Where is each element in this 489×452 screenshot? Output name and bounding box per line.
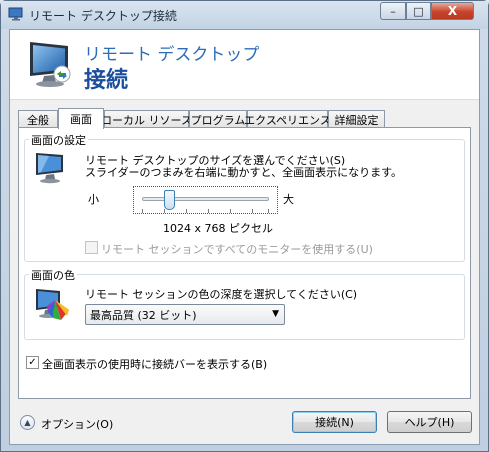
color-depth-select[interactable]: 最高品質 (32 ビット) ▼ — [85, 304, 285, 325]
close-icon: X — [447, 4, 458, 18]
maximize-icon: □ — [413, 4, 424, 18]
display-tab-panel: 画面の設定 リモート デスクトップのサイズを選んでください(S) スライダーのつ… — [18, 127, 471, 399]
dialog-header: リモート デスクトップ 接続 — [10, 30, 479, 100]
color-depth-group: 画面の色 リモート セッションの色の深度を選択してください(C) 最高品質 (3… — [24, 267, 465, 340]
slider-hint: スライダーのつまみを右端に動かすと、全画面表示になります。 — [85, 166, 403, 179]
connection-bar-checkbox[interactable]: ✓ — [26, 356, 39, 369]
display-settings-label: 画面の設定 — [29, 132, 88, 148]
options-toggle[interactable]: オプション(O) — [41, 416, 113, 432]
check-mark-icon: ✓ — [28, 356, 37, 368]
slider-track — [142, 197, 269, 201]
tab-advanced[interactable]: 詳細設定 — [328, 110, 385, 128]
slider-tick — [268, 209, 269, 213]
tab-programs[interactable]: プログラム — [189, 110, 247, 128]
slider-tick — [252, 209, 253, 213]
display-settings-group: 画面の設定 リモート デスクトップのサイズを選んでください(S) スライダーのつ… — [24, 132, 465, 262]
connection-bar-label: 全画面表示の使用時に接続バーを表示する(B) — [42, 358, 268, 371]
slider-tick — [186, 209, 187, 213]
minimize-button[interactable]: – — [380, 2, 406, 20]
slider-max-label: 大 — [283, 193, 294, 206]
tab-display[interactable]: 画面 — [58, 108, 104, 129]
slider-thumb[interactable] — [164, 190, 176, 210]
connect-button[interactable]: 接続(N) — [292, 411, 377, 433]
header-title: 接続 — [84, 68, 129, 93]
title-bar[interactable]: リモート デスクトップ接続 – □ X — [1, 1, 488, 29]
maximize-button[interactable]: □ — [406, 2, 431, 20]
close-button[interactable]: X — [431, 2, 474, 20]
chevron-down-icon: ▼ — [272, 309, 279, 319]
all-monitors-checkbox[interactable] — [85, 241, 98, 254]
color-palette-icon — [36, 289, 69, 320]
color-depth-instruction: リモート セッションの色の深度を選択してください(C) — [85, 288, 358, 301]
remote-desktop-title-icon — [8, 7, 23, 21]
slider-min-label: 小 — [88, 193, 99, 206]
slider-tick — [208, 209, 209, 213]
dialog-client-area: リモート デスクトップ 接続 全般 画面 ローカル リソース プログラム エクス… — [9, 29, 480, 445]
window-title: リモート デスクトップ接続 — [29, 9, 177, 23]
chevron-up-icon[interactable]: ▲ — [20, 415, 35, 430]
resolution-value: 1024 x 768 ピクセル — [163, 222, 273, 235]
tab-local-resources[interactable]: ローカル リソース — [101, 110, 192, 128]
slider-tick — [142, 209, 143, 213]
screen-size-slider[interactable] — [133, 186, 278, 214]
help-button[interactable]: ヘルプ(H) — [387, 411, 472, 433]
tab-strip: 全般 画面 ローカル リソース プログラム エクスペリエンス 詳細設定 — [18, 108, 478, 129]
color-depth-label: 画面の色 — [29, 267, 77, 283]
color-depth-selected: 最高品質 (32 ビット) — [90, 308, 197, 322]
all-monitors-label: リモート セッションですべてのモニターを使用する(U) — [101, 243, 373, 256]
slider-tick — [230, 209, 231, 213]
remote-desktop-monitor-icon — [30, 42, 71, 87]
dialog-window: リモート デスクトップ接続 – □ X リモート デスクトップ 接続 全般 画面… — [0, 0, 489, 452]
tab-general[interactable]: 全般 — [18, 110, 58, 128]
monitor-icon — [36, 153, 63, 184]
minimize-icon: – — [390, 4, 396, 18]
slider-tick — [164, 209, 165, 213]
tab-experience[interactable]: エクスペリエンス — [244, 110, 331, 128]
